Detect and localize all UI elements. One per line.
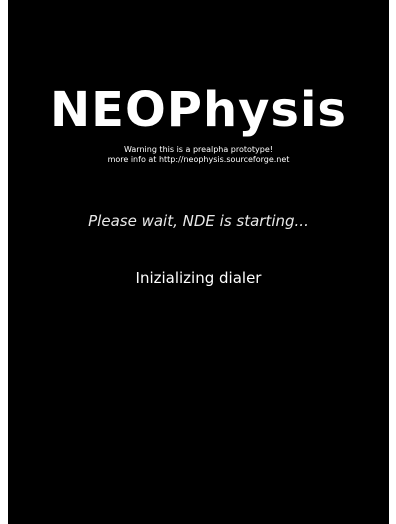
startup-status-text: Please wait, NDE is starting... (88, 212, 309, 230)
warning-line-info-url: more info at http://neophysis.sourceforg… (107, 155, 290, 164)
startup-step-text: Inizializing dialer (135, 269, 262, 287)
warning-notice: Warning this is a prealpha prototype! mo… (8, 145, 389, 165)
splash-screen: NEOPhysis Warning this is a prealpha pro… (8, 0, 389, 524)
app-logo: NEOPhysis (50, 82, 347, 138)
warning-line-prealpha: Warning this is a prealpha prototype! (124, 145, 273, 154)
